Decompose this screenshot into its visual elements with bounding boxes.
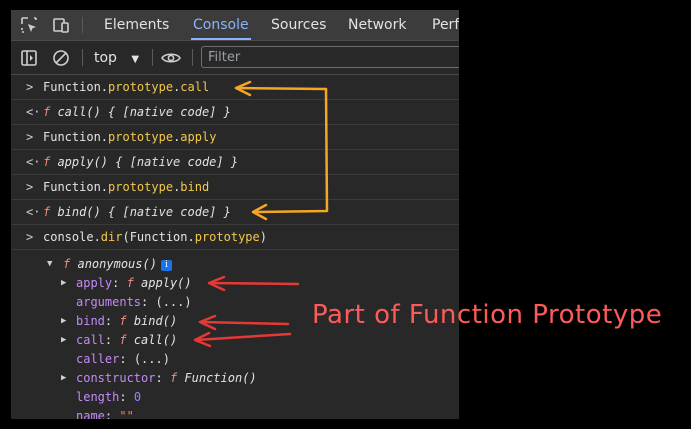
console-output-text: f call() { [native code] }	[43, 105, 231, 119]
console-output-line[interactable]: <· f apply() { [native code] }	[11, 150, 459, 175]
console-input-line[interactable]: > Function.prototype.apply	[11, 125, 459, 150]
context-selector-value: top	[94, 50, 117, 66]
tab-elements[interactable]: Elements	[104, 10, 169, 40]
output-prompt-icon: <·	[26, 155, 41, 169]
collapsed-triangle-icon: ▶	[61, 335, 67, 345]
toolbar-separator	[152, 49, 153, 66]
tab-performance[interactable]: Perf	[432, 10, 459, 40]
device-toolbar-icon[interactable]	[51, 15, 71, 35]
property-row-length[interactable]: length: 0	[61, 388, 141, 407]
output-prompt-icon: <·	[26, 205, 41, 219]
console-input-line[interactable]: > Function.prototype.call	[11, 75, 459, 100]
input-prompt-icon: >	[26, 230, 34, 244]
console-input-text: Function.prototype.bind	[43, 180, 210, 194]
console-input-line[interactable]: > console.dir(Function.prototype)	[11, 225, 459, 250]
console-output-line[interactable]: <· f call() { [native code] }	[11, 100, 459, 125]
devtools-panel: Elements Console Sources Network Perf to…	[11, 10, 459, 419]
console-log: > Function.prototype.call <· f call() { …	[11, 75, 459, 419]
tab-separator	[82, 17, 83, 33]
clear-console-icon[interactable]	[51, 48, 71, 68]
chevron-down-icon: ▼	[131, 54, 140, 65]
property-row-arguments[interactable]: arguments: (...)	[61, 293, 192, 312]
console-input-line[interactable]: > Function.prototype.bind	[11, 175, 459, 200]
info-icon[interactable]: i	[160, 260, 172, 271]
filter-input[interactable]	[201, 46, 459, 68]
console-output-text: f apply() { [native code] }	[43, 155, 239, 169]
output-prompt-icon: <·	[26, 105, 41, 119]
console-input-text: Function.prototype.apply	[43, 130, 217, 144]
console-output-text: f bind() { [native code] }	[43, 205, 231, 219]
property-row-bind[interactable]: ▶ bind: f bind()	[61, 312, 177, 331]
collapsed-triangle-icon: ▶	[61, 373, 67, 383]
property-row-call[interactable]: ▶ call: f call()	[61, 331, 177, 350]
property-row-caller[interactable]: caller: (...)	[61, 350, 170, 369]
input-prompt-icon: >	[26, 180, 34, 194]
property-row-constructor[interactable]: ▶ constructor: f Function()	[61, 369, 257, 388]
console-input-text: console.dir(Function.prototype)	[43, 230, 267, 244]
tab-console[interactable]: Console	[191, 10, 251, 40]
object-tree-root[interactable]: ▼ f anonymous() i	[47, 255, 172, 274]
tab-network[interactable]: Network	[348, 10, 406, 40]
object-root-name: anonymous()	[77, 257, 157, 271]
collapsed-triangle-icon: ▶	[61, 278, 67, 288]
toolbar-separator	[82, 49, 83, 66]
console-output-line[interactable]: <· f bind() { [native code] }	[11, 200, 459, 225]
context-selector[interactable]: top ▼	[94, 48, 139, 68]
input-prompt-icon: >	[26, 130, 34, 144]
expanded-triangle-icon: ▼	[47, 259, 53, 269]
property-row-apply[interactable]: ▶ apply: f apply()	[61, 274, 192, 293]
property-row-name[interactable]: name: ""	[61, 407, 134, 419]
collapsed-triangle-icon: ▶	[61, 316, 67, 326]
console-toolbar: top ▼	[11, 41, 459, 75]
toolbar-separator	[192, 49, 193, 66]
annotation-label: Part of Function Prototype	[312, 300, 663, 330]
live-expression-eye-icon[interactable]	[160, 48, 182, 68]
sidebar-toggle-icon[interactable]	[19, 48, 39, 68]
input-prompt-icon: >	[26, 80, 34, 94]
inspect-element-icon[interactable]	[19, 15, 39, 35]
devtools-tab-bar: Elements Console Sources Network Perf	[11, 10, 459, 41]
console-input-text: Function.prototype.call	[43, 80, 210, 94]
tab-sources[interactable]: Sources	[271, 10, 326, 40]
